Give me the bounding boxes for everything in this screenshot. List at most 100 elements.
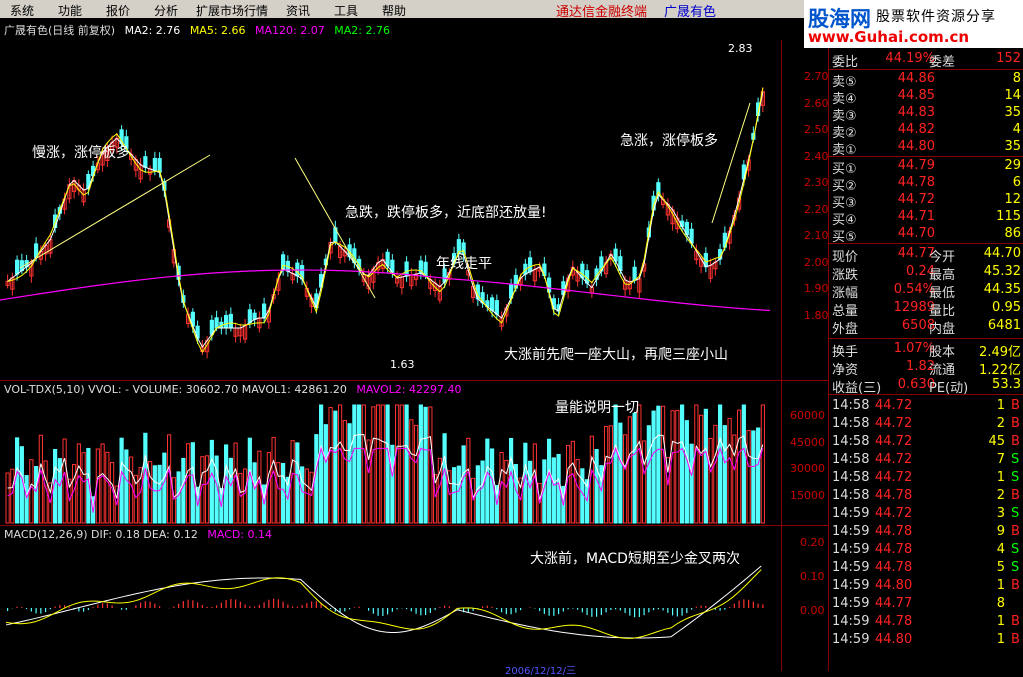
volume-bar bbox=[238, 472, 243, 524]
volume-bar bbox=[304, 468, 309, 524]
volume-bar bbox=[618, 422, 623, 524]
tick-t: 14:59 bbox=[832, 596, 870, 611]
volume-bar bbox=[604, 425, 609, 524]
volume-bar bbox=[380, 404, 385, 524]
volume-panel[interactable]: VOL-TDX(5,10) VVOL: - VOLUME: 30602.70 M… bbox=[0, 380, 828, 526]
annotation-arrow bbox=[294, 157, 376, 299]
tick-p: 44.78 bbox=[875, 542, 913, 557]
volume-chart-svg bbox=[5, 404, 765, 524]
stat-v3: 53.3 bbox=[992, 377, 1021, 392]
volume-bar bbox=[737, 409, 742, 524]
volume-bar bbox=[670, 410, 675, 524]
stat-row: 净资 1.82 流通 1.22亿 bbox=[829, 359, 1023, 378]
volume-bar bbox=[295, 442, 300, 524]
row-volume: 86 bbox=[1004, 226, 1021, 241]
volume-bar bbox=[594, 449, 599, 524]
volume-bar bbox=[371, 406, 376, 524]
ma120-line bbox=[0, 269, 771, 312]
low-label: 1.63 bbox=[390, 358, 415, 371]
stat-lbl2: 内盘 bbox=[929, 322, 956, 337]
macd-tick-label: 0.00 bbox=[800, 604, 825, 617]
stat-lbl: 总量 bbox=[832, 304, 859, 319]
menu-system[interactable]: 系统 bbox=[10, 2, 34, 19]
volume-bar bbox=[741, 404, 746, 524]
volume-bar bbox=[186, 443, 191, 524]
volume-bar bbox=[390, 444, 395, 524]
volume-bar bbox=[713, 424, 718, 524]
tick-row: 14:59 44.78 9 B bbox=[829, 524, 1023, 542]
tick-d: B bbox=[1011, 398, 1020, 413]
menu-analysis[interactable]: 分析 bbox=[154, 2, 178, 19]
tick-d: S bbox=[1011, 560, 1020, 575]
volume-bar bbox=[423, 406, 428, 524]
tick-p: 44.80 bbox=[875, 632, 913, 647]
macd-panel[interactable]: MACD(12,26,9) DIF: 0.18 DEA: 0.12 MACD: … bbox=[0, 525, 828, 677]
volume-bar bbox=[342, 420, 347, 524]
menu-help[interactable]: 帮助 bbox=[382, 2, 406, 19]
volume-bar bbox=[328, 406, 333, 524]
stat-lbl: 外盘 bbox=[832, 322, 859, 337]
tick-q: 1 bbox=[996, 470, 1005, 485]
volume-bar bbox=[162, 452, 167, 524]
stat-row: 收益(三) 0.630 PE(动) 53.3 bbox=[829, 377, 1023, 396]
menu-news[interactable]: 资讯 bbox=[286, 2, 310, 19]
volume-bar bbox=[613, 404, 618, 524]
price-tick-label: 2.10 bbox=[804, 229, 829, 242]
tick-q: 45 bbox=[988, 434, 1005, 449]
menu-tools[interactable]: 工具 bbox=[334, 2, 358, 19]
candle-body bbox=[152, 157, 157, 172]
volume-bar bbox=[10, 468, 15, 524]
volume-bar bbox=[485, 438, 490, 524]
row-volume: 8 bbox=[1012, 71, 1021, 86]
volume-bar bbox=[452, 467, 457, 524]
tick-p: 44.78 bbox=[875, 560, 913, 575]
candle-body bbox=[423, 261, 428, 277]
price-chart-panel[interactable]: 广晟有色(日线 前复权) MA2: 2.76 MA5: 2.66 MA120: … bbox=[0, 18, 829, 380]
stat-v1: 12989 bbox=[893, 300, 935, 315]
sell-order-row: 卖④ 44.85 14 bbox=[829, 88, 1023, 107]
menu-quote[interactable]: 报价 bbox=[106, 2, 130, 19]
menu-extended-market[interactable]: 扩展市场行情 bbox=[196, 2, 268, 19]
row-volume: 4 bbox=[1012, 122, 1021, 137]
tick-d: S bbox=[1011, 542, 1020, 557]
logo-slogan: 股票软件资源分享 bbox=[876, 9, 996, 25]
row-price: 44.80 bbox=[897, 139, 935, 154]
volume-bar bbox=[338, 404, 343, 524]
volume-bar bbox=[718, 404, 723, 524]
tick-t: 14:59 bbox=[832, 542, 870, 557]
volume-bar bbox=[751, 430, 756, 524]
tick-d: S bbox=[1011, 452, 1020, 467]
tick-q: 1 bbox=[996, 614, 1005, 629]
tick-d: B bbox=[1011, 488, 1020, 503]
tick-t: 14:59 bbox=[832, 560, 870, 575]
stat-v1: 1.82 bbox=[906, 359, 935, 374]
volume-bar bbox=[689, 443, 694, 524]
menu-function[interactable]: 功能 bbox=[58, 2, 82, 19]
volume-bar bbox=[124, 449, 129, 524]
sell-order-row: 卖② 44.82 4 bbox=[829, 122, 1023, 141]
volume-bar bbox=[760, 404, 765, 524]
volume-bar bbox=[105, 451, 110, 524]
volume-bar bbox=[575, 459, 580, 524]
volume-bar bbox=[72, 463, 77, 524]
volume-bar bbox=[551, 457, 556, 524]
stat-row: 现价 44.77 今开 44.70 bbox=[829, 246, 1023, 265]
stat-row: 总量 12989 量比 0.95 bbox=[829, 300, 1023, 319]
volume-bar bbox=[81, 452, 86, 524]
tick-q: 2 bbox=[996, 416, 1005, 431]
volume-bar bbox=[357, 404, 362, 524]
row-price: 44.86 bbox=[897, 71, 935, 86]
tick-d: S bbox=[1011, 470, 1020, 485]
row-price: 44.82 bbox=[897, 122, 935, 137]
volume-bar bbox=[646, 425, 651, 524]
stat-row: 换手 1.07% 股本 2.49亿 bbox=[829, 341, 1023, 360]
volume-bar bbox=[746, 430, 751, 524]
stat-v3: 45.32 bbox=[983, 264, 1021, 279]
tick-t: 14:58 bbox=[832, 398, 870, 413]
stat-row: 外盘 6508 内盘 6481 bbox=[829, 318, 1023, 337]
volume-bar bbox=[637, 404, 642, 524]
volume-bar bbox=[29, 459, 34, 524]
tick-d: B bbox=[1011, 632, 1020, 647]
volume-bar bbox=[181, 457, 186, 524]
buy-order-row: 买④ 44.71 115 bbox=[829, 209, 1023, 228]
